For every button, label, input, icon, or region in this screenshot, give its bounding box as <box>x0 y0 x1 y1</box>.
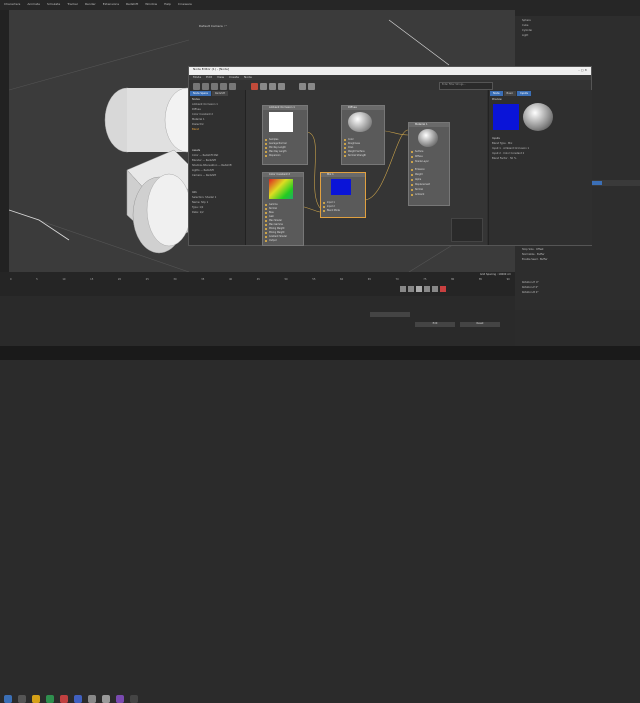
input-row: Blend Factor · 50 % <box>492 157 517 160</box>
menu-item[interactable]: Tracker <box>67 2 78 6</box>
menu-item[interactable]: Simulate <box>47 2 60 6</box>
node-minimap[interactable] <box>451 218 483 242</box>
node-mix[interactable]: Mix 1 Input 1 Input 2 Blend Mode <box>320 172 366 218</box>
inputs-section: Inputs Blend Type · Mix Input 1 · Ambien… <box>489 136 592 161</box>
coord-label: Rotation.P <box>522 286 535 289</box>
preview-sphere <box>523 103 553 131</box>
search-icon[interactable] <box>18 695 26 703</box>
node-diffuse[interactable]: Diffuse Color Roughness Oren Weight Surf… <box>341 105 385 165</box>
ne-menu-item[interactable]: Edit <box>206 75 212 79</box>
node-editor-title: Node Editor (1) - [Node] <box>193 67 230 71</box>
record-icon[interactable] <box>440 286 446 292</box>
rewind-icon[interactable] <box>400 286 406 292</box>
bottom-attributes: Reset Edit <box>0 296 515 346</box>
node-graph[interactable]: Ambient Occlusion 1 Samples Average Norm… <box>246 90 487 246</box>
preview-label: Preview <box>492 98 502 101</box>
app-icon[interactable] <box>46 695 54 703</box>
app-icon[interactable] <box>88 695 96 703</box>
menu-item[interactable]: Characters <box>4 2 20 6</box>
camera-label: Default Camera ◦° <box>199 24 227 28</box>
ne-menu-item[interactable]: Mode <box>193 75 201 79</box>
tool-icon[interactable] <box>269 83 276 90</box>
menu-item[interactable]: Render <box>85 2 96 6</box>
tool-icon[interactable] <box>308 83 315 90</box>
node-color-constant[interactable]: Color Constant 2 Gamma Normal Bias Gain … <box>262 172 304 246</box>
object-item[interactable]: Light <box>519 33 532 38</box>
app-icon[interactable] <box>102 695 110 703</box>
tool-icon[interactable] <box>220 83 227 90</box>
menu-item[interactable]: Window <box>145 2 157 6</box>
tool-icon[interactable] <box>278 83 285 90</box>
tool-icon[interactable] <box>251 83 258 90</box>
next-frame-icon[interactable] <box>424 286 430 292</box>
preview-swatch <box>493 104 519 130</box>
tool-icon[interactable] <box>211 83 218 90</box>
tab-inputs[interactable]: Inputs <box>517 91 531 96</box>
app-icon[interactable] <box>130 695 138 703</box>
object-list: Sphere Cube Cylinder Light <box>519 18 532 38</box>
folder-icon[interactable] <box>32 695 40 703</box>
mix-preview <box>331 179 351 195</box>
tool-icon[interactable] <box>260 83 267 90</box>
info-line: Date: 1/2 <box>192 211 204 214</box>
coordinates-section: Rotation.H 0° Rotation.P 0° Rotation.B 0… <box>519 280 637 295</box>
coord-label: Rotation.B <box>522 291 535 294</box>
prev-frame-icon[interactable] <box>408 286 414 292</box>
play-icon[interactable] <box>416 286 422 292</box>
ne-menu-item[interactable]: Create <box>229 75 239 79</box>
filter-search-input[interactable]: Enter Filter Strings... <box>439 82 493 90</box>
tool-icon[interactable] <box>202 83 209 90</box>
timeline-ruler: 0 5 10 15 20 25 30 35 40 45 50 55 60 65 70 75 80 85 90 <box>10 278 510 281</box>
ne-menu-item[interactable]: View <box>217 75 224 79</box>
tab-basic[interactable]: Basic <box>503 91 517 96</box>
app-icon[interactable] <box>116 695 124 703</box>
reset-button[interactable]: Reset <box>460 322 500 327</box>
node-editor-window: Node Editor (1) - [Node] – ▢ ✕ Mode Edit… <box>188 66 592 246</box>
app-icon[interactable] <box>60 695 68 703</box>
coord-value[interactable]: 0° <box>536 286 539 289</box>
grid-spacing: Grid Spacing : 10000 cm <box>480 273 511 276</box>
coord-label: Rotation.H <box>522 281 536 284</box>
menu-item[interactable]: Redshift <box>126 2 138 6</box>
node-list-panel: Node Space Redshift Nodes Ambient Occlus… <box>189 90 246 245</box>
ao-preview <box>269 112 293 132</box>
attr-tabs: Node Basic Inputs <box>490 91 591 96</box>
tool-icon[interactable] <box>193 83 200 90</box>
menu-item[interactable]: Help <box>164 2 171 6</box>
coord-value[interactable]: 0° <box>536 291 539 294</box>
menu-item[interactable]: Animate <box>27 2 40 6</box>
tool-icon[interactable] <box>299 83 306 90</box>
ne-menu-item[interactable]: Node <box>244 75 252 79</box>
bottom-field[interactable] <box>370 312 410 317</box>
edit-button[interactable]: Edit <box>415 322 455 327</box>
node-editor-toolbar: Enter Filter Strings... <box>189 80 591 90</box>
node-editor-titlebar: Node Editor (1) - [Node] – ▢ ✕ <box>189 67 591 75</box>
tab-redshift[interactable]: Redshift <box>211 91 229 96</box>
main-menu-bar: Characters Animate Simulate Tracker Render Ex… <box>0 0 640 10</box>
right-panel-header <box>515 10 640 16</box>
tab-node-space[interactable]: Node Space <box>190 91 211 96</box>
tab-node[interactable]: Node <box>490 91 503 96</box>
app-icon[interactable] <box>74 695 82 703</box>
menu-item[interactable]: Cineware <box>178 2 192 6</box>
node-attributes-panel: Node Basic Inputs Preview Inputs Blend T… <box>488 90 592 245</box>
attr-row: Enable Seed · Buffer <box>522 258 548 261</box>
window-controls[interactable]: – ▢ ✕ <box>578 68 587 72</box>
diffuse-preview <box>348 112 372 132</box>
tool-icon[interactable] <box>229 83 236 90</box>
forward-icon[interactable] <box>432 286 438 292</box>
coord-value[interactable]: 0° <box>536 281 539 284</box>
node-material[interactable]: Material 1 Surface Diffuse Shade Layer E… <box>408 122 450 206</box>
timeline[interactable]: Grid Spacing : 10000 cm 0 5 10 15 20 25 30 35 40… <box>0 272 515 296</box>
node-space-tabs: Node Space Redshift <box>190 91 244 96</box>
material-preview <box>418 129 438 147</box>
left-toolbar <box>0 10 9 310</box>
windows-taskbar <box>0 346 640 703</box>
playback-controls <box>400 286 446 292</box>
node-ambient-occlusion[interactable]: Ambient Occlusion 1 Samples Average Norm… <box>262 105 308 165</box>
menu-item[interactable]: Extensions <box>103 2 119 6</box>
start-icon[interactable] <box>4 695 12 703</box>
color-preview <box>269 179 293 199</box>
